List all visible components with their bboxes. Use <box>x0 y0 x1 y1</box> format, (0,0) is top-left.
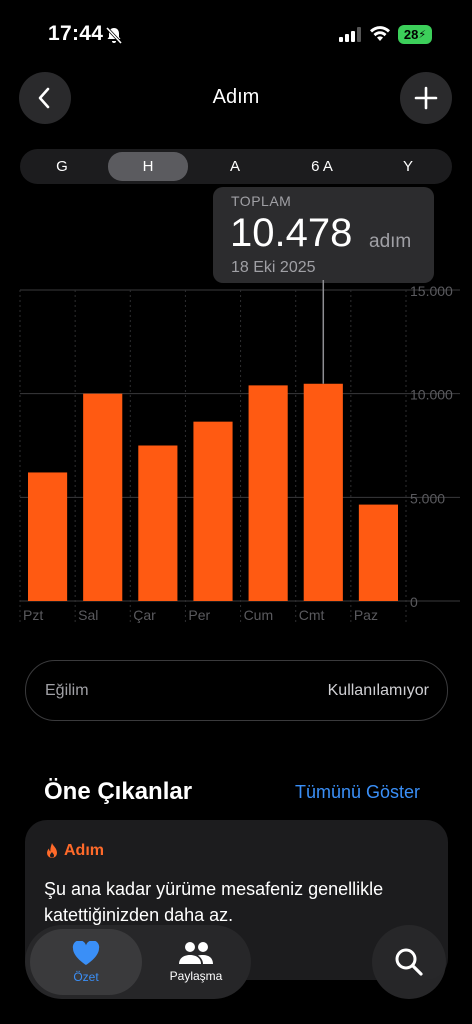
segment-six-months[interactable]: 6 A <box>282 152 362 181</box>
add-data-button[interactable] <box>400 72 452 124</box>
battery-level: 28 <box>403 27 419 42</box>
segment-week[interactable]: H <box>108 152 188 181</box>
flame-icon <box>47 843 57 858</box>
card-tag: Adım <box>44 842 104 860</box>
search-icon <box>395 948 423 976</box>
x-tick-label: Pzt <box>23 607 43 623</box>
x-tick-label: Sal <box>78 607 98 623</box>
wifi-icon <box>370 26 390 41</box>
card-tag-label: Adım <box>64 842 104 859</box>
tooltip-value: 10.478 <box>230 211 353 255</box>
tooltip-unit: adım <box>369 231 412 252</box>
y-tick-label: 15.000 <box>410 283 453 299</box>
time-range-segmented-control: G H A 6 A Y <box>20 149 452 184</box>
cellular-signal-icon <box>339 27 361 42</box>
tab-sharing[interactable]: Paylaşma <box>145 929 247 995</box>
bar-paz <box>358 504 398 601</box>
bar-cum <box>248 385 288 601</box>
plus-icon <box>414 86 438 110</box>
highlights-title: Öne Çıkanlar <box>44 778 193 805</box>
y-tick-label: 0 <box>410 594 418 610</box>
silent-bell-icon <box>105 26 123 45</box>
bar-çar <box>138 445 178 601</box>
tab-summary[interactable]: Özet <box>30 929 142 995</box>
selection-tooltip: TOPLAM 10.478 adım 18 Eki 2025 <box>213 187 434 283</box>
tooltip-date: 18 Eki 2025 <box>231 259 316 276</box>
tab-summary-label: Özet <box>73 969 99 984</box>
segment-day[interactable]: G <box>22 152 102 181</box>
search-button[interactable] <box>372 925 446 999</box>
people-icon <box>179 942 213 964</box>
heart-icon <box>72 940 100 965</box>
status-time: 17:44 <box>48 22 104 45</box>
x-tick-label: Cum <box>244 607 274 623</box>
y-tick-label: 5.000 <box>410 490 445 506</box>
segment-year[interactable]: Y <box>368 152 448 181</box>
trend-label: Eğilim <box>45 682 89 699</box>
bar-cmt <box>303 383 343 601</box>
y-tick-label: 10.000 <box>410 387 453 403</box>
bar-per <box>193 421 233 601</box>
steps-bar-chart[interactable]: 0 5.000 10.000 15.000 Pzt Sal Çar Per Cum Cmt Paz <box>0 280 472 630</box>
x-tick-label: Çar <box>133 607 156 623</box>
tab-sharing-label: Paylaşma <box>169 969 223 983</box>
charging-bolt-icon: ⚡ <box>418 29 427 41</box>
x-tick-label: Per <box>188 607 210 623</box>
bar-pzt <box>28 472 68 601</box>
trend-row[interactable]: Eğilim Kullanılamıyor <box>25 660 448 721</box>
tooltip-label: TOPLAM <box>231 193 292 209</box>
battery-indicator: 28 ⚡ <box>398 25 432 44</box>
show-all-link[interactable]: Tümünü Göster <box>295 782 420 803</box>
trend-value: Kullanılamıyor <box>327 682 429 699</box>
x-tick-label: Paz <box>354 607 378 623</box>
x-tick-label: Cmt <box>299 607 325 623</box>
status-bar: 17:44 28 ⚡ <box>0 0 472 60</box>
segment-month[interactable]: A <box>195 152 275 181</box>
card-text: Şu ana kadar yürüme mesafeniz genellikle… <box>44 879 384 925</box>
bar-sal <box>83 393 123 601</box>
tab-bar: Özet Paylaşma <box>25 925 251 999</box>
